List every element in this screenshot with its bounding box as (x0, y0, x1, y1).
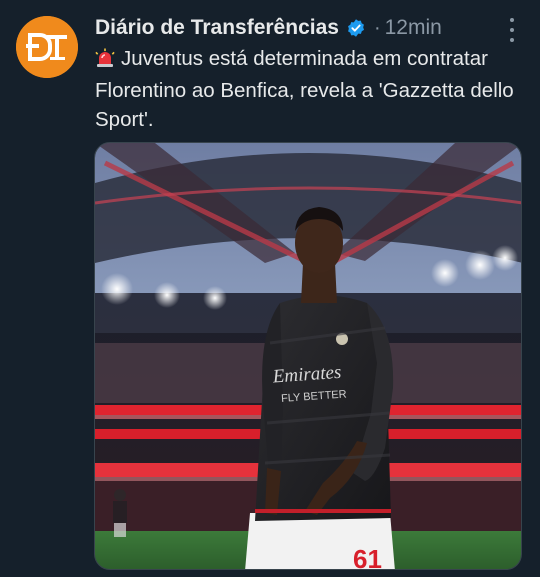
police-light-icon (95, 47, 115, 76)
tweet-card[interactable]: Diário de Transferências · 12min Juventu… (0, 0, 540, 577)
avatar[interactable] (16, 16, 78, 78)
more-vertical-icon[interactable] (506, 18, 518, 42)
shirt-number: 61 (353, 544, 382, 570)
tweet-body-text: Juventus está determinada em contratar F… (95, 47, 514, 131)
tweet-text: Juventus está determinada em contratar F… (95, 44, 520, 134)
verified-badge-icon[interactable] (346, 18, 366, 38)
tweet-header: Diário de Transferências · 12min (95, 14, 442, 42)
timestamp[interactable]: 12min (385, 16, 442, 40)
stadium-player-photo: 61 Emirates FLY BETTER (95, 143, 521, 570)
dt-logo-icon (16, 16, 78, 78)
tweet-photo[interactable]: 61 Emirates FLY BETTER (94, 142, 522, 570)
display-name[interactable]: Diário de Transferências (95, 16, 339, 40)
separator-dot: · (373, 16, 381, 39)
